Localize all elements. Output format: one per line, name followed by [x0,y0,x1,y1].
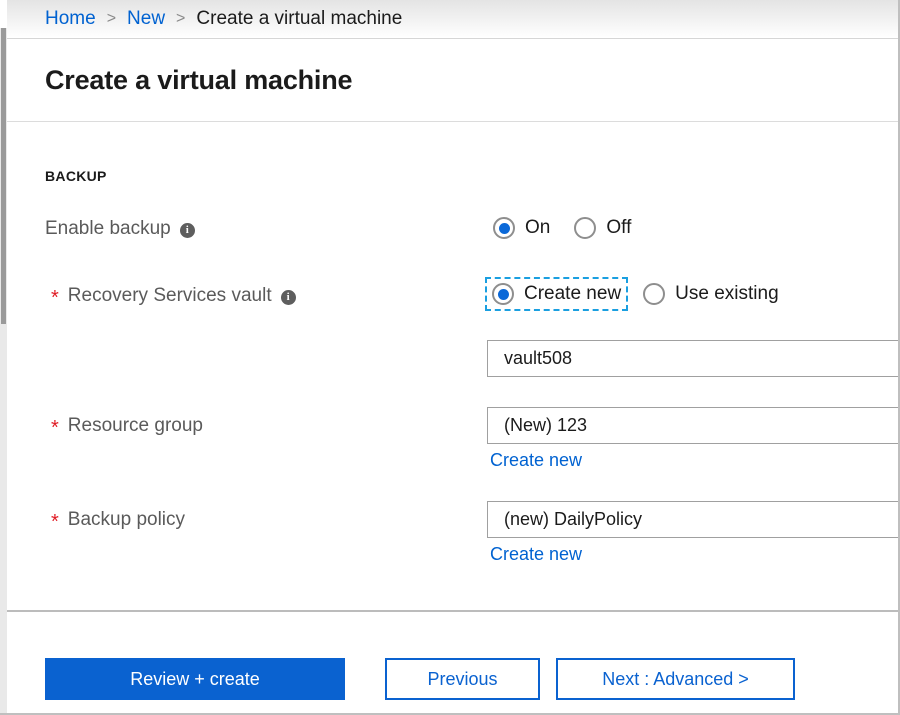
breadcrumb-item-new[interactable]: New [127,8,165,30]
breadcrumb-item-home[interactable]: Home [45,8,96,30]
section-title-backup: BACKUP [45,168,107,184]
backup-form: BACKUP Enable backup i On Off * [7,123,898,612]
label-backup-policy-text: Backup policy [68,509,185,531]
radio-vault-use-existing-label: Use existing [675,283,779,305]
radio-vault-create-new[interactable]: Create new [488,280,625,308]
radio-group-recovery-vault: Create new Use existing [488,280,783,308]
breadcrumb: Home > New > Create a virtual machine [7,0,898,39]
review-create-button[interactable]: Review + create [45,658,345,700]
next-advanced-button[interactable]: Next : Advanced > [556,658,795,700]
radio-selected-icon [493,217,515,239]
label-backup-policy: * Backup policy [51,509,185,531]
radio-vault-use-existing[interactable]: Use existing [639,280,783,308]
page-title: Create a virtual machine [45,65,352,96]
required-marker: * [51,418,59,438]
radio-enable-backup-on[interactable]: On [489,214,554,242]
backup-policy-create-new-link[interactable]: Create new [490,544,582,565]
label-resource-group-text: Resource group [68,415,203,437]
label-recovery-services-vault-text: Recovery Services vault [68,285,272,307]
radio-unselected-icon [643,283,665,305]
radio-group-enable-backup: On Off [489,214,635,242]
vault-name-input[interactable] [487,340,900,377]
label-recovery-services-vault: * Recovery Services vault i [51,285,296,307]
required-marker: * [51,288,59,308]
resource-group-create-new-link[interactable]: Create new [490,450,582,471]
info-icon[interactable]: i [180,223,195,238]
breadcrumb-separator-icon: > [107,10,116,28]
blade-footer: Review + create Previous Next : Advanced… [7,614,898,715]
previous-button[interactable]: Previous [385,658,540,700]
info-icon[interactable]: i [281,290,296,305]
required-marker: * [51,512,59,532]
breadcrumb-item-current: Create a virtual machine [196,8,402,30]
vertical-scrollbar[interactable] [0,28,7,715]
radio-enable-backup-off[interactable]: Off [570,214,635,242]
radio-enable-backup-off-label: Off [606,217,631,239]
backup-policy-input[interactable] [487,501,900,538]
label-enable-backup-text: Enable backup [45,218,171,240]
radio-selected-icon [492,283,514,305]
scrollbar-thumb[interactable] [1,28,6,324]
breadcrumb-separator-icon: > [176,10,185,28]
radio-enable-backup-on-label: On [525,217,550,239]
resource-group-input[interactable] [487,407,900,444]
row-enable-backup: Enable backup i On Off [7,210,898,250]
row-recovery-services-vault: * Recovery Services vault i Create new U… [7,276,898,320]
radio-unselected-icon [574,217,596,239]
label-resource-group: * Resource group [51,415,203,437]
blade-header: Create a virtual machine [7,40,898,122]
azure-create-vm-blade: Home > New > Create a virtual machine Cr… [0,0,900,715]
label-enable-backup: Enable backup i [45,218,195,240]
radio-vault-create-new-label: Create new [524,283,621,305]
